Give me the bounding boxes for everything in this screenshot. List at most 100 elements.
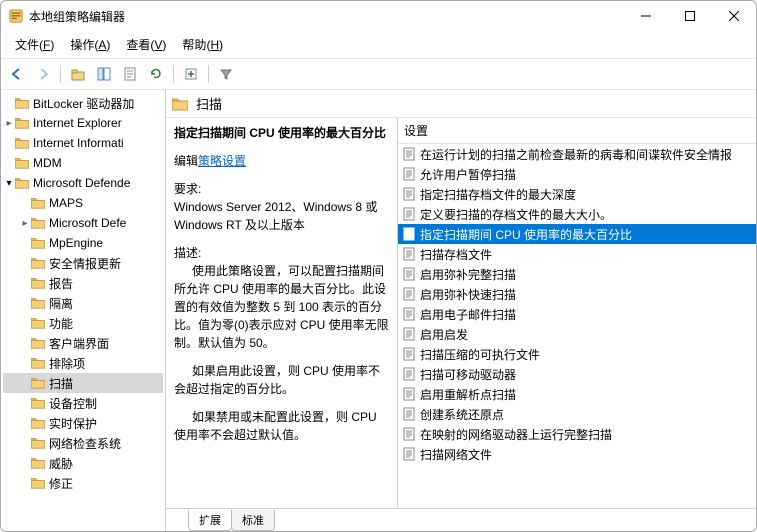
settings-row[interactable]: 扫描网络文件 — [398, 444, 756, 464]
nav-forward-button[interactable] — [31, 62, 55, 86]
menu-view[interactable]: 查看(V) — [118, 33, 174, 56]
settings-row[interactable]: 创建系统还原点 — [398, 404, 756, 424]
toolbar-separator — [173, 65, 174, 83]
tree-item[interactable]: ▸ Internet Explorer — [3, 113, 163, 133]
settings-row[interactable]: 指定扫描存档文件的最大深度 — [398, 184, 756, 204]
tree-item[interactable]: 报告 — [3, 273, 163, 293]
tree-item-label: BitLocker 驱动器加 — [33, 95, 134, 112]
chevron-right-icon[interactable]: ▸ — [19, 218, 31, 229]
settings-row[interactable]: 扫描存档文件 — [398, 244, 756, 264]
tab-extended[interactable]: 扩展 — [188, 510, 232, 531]
settings-list[interactable]: 在运行计划的扫描之前检查最新的病毒和间谍软件安全情报允许用户暂停扫描指定扫描存档… — [398, 144, 756, 508]
tree-item[interactable]: ▾ Microsoft Defende — [3, 173, 163, 193]
settings-row[interactable]: 扫描可移动驱动器 — [398, 364, 756, 384]
settings-row[interactable]: 启用电子邮件扫描 — [398, 304, 756, 324]
folder-icon — [172, 97, 188, 111]
chevron-down-icon[interactable]: ▾ — [3, 178, 15, 189]
folder-icon — [15, 177, 29, 189]
folder-icon — [31, 357, 45, 369]
tree-item[interactable]: MDM — [3, 153, 163, 173]
settings-row-label: 启用电子邮件扫描 — [420, 306, 516, 323]
tree-item[interactable]: BitLocker 驱动器加 — [3, 93, 163, 113]
edit-policy-link[interactable]: 策略设置 — [198, 154, 246, 168]
settings-row-label: 启用启发 — [420, 326, 468, 343]
nav-back-button[interactable] — [5, 62, 29, 86]
settings-row-label: 扫描可移动驱动器 — [420, 366, 516, 383]
policy-item-icon — [402, 347, 416, 361]
folder-icon — [15, 97, 29, 109]
folder-icon — [15, 157, 29, 169]
tree-item-label: Internet Explorer — [33, 116, 122, 130]
up-level-button[interactable] — [66, 62, 90, 86]
tree-item-label: Internet Informati — [33, 136, 124, 150]
tree-item[interactable]: 功能 — [3, 313, 163, 333]
filter-button[interactable] — [214, 62, 238, 86]
settings-row[interactable]: 扫描压缩的可执行文件 — [398, 344, 756, 364]
tree-item[interactable]: MpEngine — [3, 233, 163, 253]
tree-item[interactable]: Internet Informati — [3, 133, 163, 153]
tree-item[interactable]: 实时保护 — [3, 413, 163, 433]
tree-item[interactable]: 隔离 — [3, 293, 163, 313]
settings-row[interactable]: 定义要扫描的存档文件的最大大小。 — [398, 204, 756, 224]
refresh-button[interactable] — [144, 62, 168, 86]
settings-row[interactable]: 启用弥补快速扫描 — [398, 284, 756, 304]
tree-item[interactable]: 威胁 — [3, 453, 163, 473]
tree-item[interactable]: 客户端界面 — [3, 333, 163, 353]
settings-row-label: 定义要扫描的存档文件的最大大小。 — [420, 206, 612, 223]
tree-item[interactable]: MAPS — [3, 193, 163, 213]
tree-item[interactable]: ▸ Microsoft Defe — [3, 213, 163, 233]
policy-item-icon — [402, 207, 416, 221]
settings-row[interactable]: 启用重解析点扫描 — [398, 384, 756, 404]
settings-row[interactable]: 在映射的网络驱动器上运行完整扫描 — [398, 424, 756, 444]
settings-row[interactable]: 指定扫描期间 CPU 使用率的最大百分比 — [398, 224, 756, 244]
settings-row-label: 创建系统还原点 — [420, 406, 504, 423]
tree-item[interactable]: 扫描 — [3, 373, 163, 393]
policy-item-icon — [402, 147, 416, 161]
settings-row[interactable]: 启用启发 — [398, 324, 756, 344]
settings-column-header[interactable]: 设置 — [398, 118, 756, 144]
tree-item[interactable]: 设备控制 — [3, 393, 163, 413]
folder-icon — [31, 217, 45, 229]
settings-row[interactable]: 在运行计划的扫描之前检查最新的病毒和间谍软件安全情报 — [398, 144, 756, 164]
minimize-button[interactable] — [624, 1, 668, 31]
menu-file[interactable]: 文件(F) — [7, 33, 62, 56]
policy-item-icon — [402, 267, 416, 281]
tree-item[interactable]: 修正 — [3, 473, 163, 493]
tree-item-label: 扫描 — [49, 375, 73, 392]
menu-help[interactable]: 帮助(H) — [174, 33, 231, 56]
properties-button[interactable] — [118, 62, 142, 86]
close-button[interactable] — [712, 1, 756, 31]
folder-icon — [31, 197, 45, 209]
path-header-text: 扫描 — [196, 94, 222, 113]
settings-row[interactable]: 允许用户暂停扫描 — [398, 164, 756, 184]
settings-row[interactable]: 启用弥补完整扫描 — [398, 264, 756, 284]
tab-standard[interactable]: 标准 — [231, 510, 275, 531]
settings-list-pane: 设置 在运行计划的扫描之前检查最新的病毒和间谍软件安全情报允许用户暂停扫描指定扫… — [398, 118, 756, 508]
app-icon — [9, 9, 23, 23]
chevron-right-icon[interactable]: ▸ — [3, 118, 15, 129]
tree-item-label: Microsoft Defe — [49, 216, 126, 230]
tree-item-label: MDM — [33, 156, 62, 170]
policy-item-icon — [402, 367, 416, 381]
nav-tree[interactable]: BitLocker 驱动器加 ▸ Internet Explorer Internet… — [1, 90, 166, 531]
tree-item[interactable]: 安全情报更新 — [3, 253, 163, 273]
tree-item-label: 修正 — [49, 475, 73, 492]
export-button[interactable] — [179, 62, 203, 86]
folder-icon — [31, 257, 45, 269]
folder-icon — [31, 457, 45, 469]
menu-action[interactable]: 操作(A) — [62, 33, 118, 56]
settings-row-label: 在运行计划的扫描之前检查最新的病毒和间谍软件安全情报 — [420, 146, 732, 163]
maximize-button[interactable] — [668, 1, 712, 31]
settings-row-label: 指定扫描存档文件的最大深度 — [420, 186, 576, 203]
show-tree-button[interactable] — [92, 62, 116, 86]
window-title: 本地组策略编辑器 — [29, 8, 624, 25]
settings-row-label: 启用弥补完整扫描 — [420, 266, 516, 283]
tree-item[interactable]: 排除项 — [3, 353, 163, 373]
description-p1: 使用此策略设置，可以配置扫描期间所允许 CPU 使用率的最大百分比。此设置的有效… — [174, 262, 389, 352]
policy-item-icon — [402, 287, 416, 301]
tree-item-label: Microsoft Defende — [33, 176, 130, 190]
settings-row-label: 扫描存档文件 — [420, 246, 492, 263]
window-root: 本地组策略编辑器 文件(F) 操作(A) 查看(V) 帮助(H) BitLock… — [0, 0, 757, 532]
policy-item-icon — [402, 167, 416, 181]
tree-item[interactable]: 网络检查系统 — [3, 433, 163, 453]
